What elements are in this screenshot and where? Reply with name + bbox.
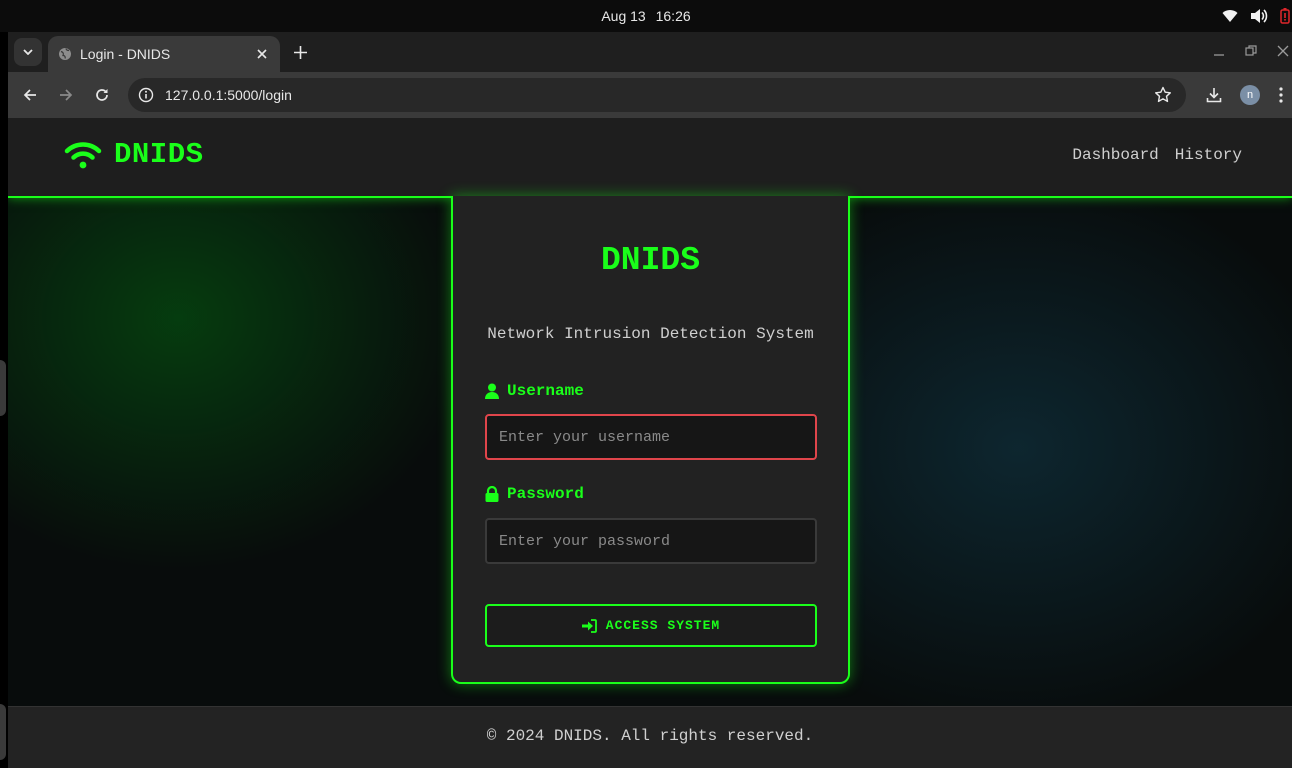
minimize-icon: [1214, 54, 1224, 56]
close-window-button[interactable]: [1274, 42, 1292, 60]
side-panel-handle[interactable]: [0, 360, 6, 416]
brand-name: DNIDS: [114, 138, 204, 171]
download-icon: [1206, 88, 1222, 103]
tab-strip: Login - DNIDS: [8, 32, 1292, 72]
maximize-button[interactable]: [1242, 42, 1260, 60]
wifi-icon[interactable]: [1222, 9, 1238, 23]
access-system-label: ACCESS SYSTEM: [605, 618, 721, 633]
close-icon: [257, 49, 267, 59]
lock-icon: [485, 486, 499, 502]
os-time: 16:26: [655, 8, 691, 24]
battery-icon[interactable]: [1280, 8, 1290, 24]
close-icon: [1277, 45, 1289, 57]
login-title: DNIDS: [600, 242, 701, 279]
volume-icon[interactable]: [1250, 8, 1268, 24]
username-label-text: Username: [507, 382, 584, 400]
new-tab-button[interactable]: [288, 40, 312, 64]
login-subtitle: Network Intrusion Detection System: [487, 325, 814, 343]
site-header: DNIDS Dashboard History: [8, 118, 1292, 198]
address-bar[interactable]: 127.0.0.1:5000/login: [128, 78, 1186, 112]
browser-toolbar: 127.0.0.1:5000/login n: [8, 72, 1292, 118]
forward-button[interactable]: [52, 81, 80, 109]
sign-in-icon: [581, 618, 597, 633]
wifi-icon: [64, 141, 102, 168]
star-icon[interactable]: [1154, 86, 1172, 104]
arrow-right-icon: [60, 89, 73, 101]
site-footer: © 2024 DNIDS. All rights reserved.: [8, 706, 1292, 768]
os-clock[interactable]: Aug 13 16:26: [0, 8, 1292, 24]
os-top-bar: Aug 13 16:26: [0, 0, 1292, 32]
system-tray[interactable]: [1222, 7, 1292, 25]
side-panel-handle[interactable]: [0, 704, 6, 760]
back-button[interactable]: [16, 81, 44, 109]
password-label: Password: [485, 485, 584, 503]
plus-icon: [293, 45, 307, 59]
downloads-button[interactable]: [1200, 81, 1228, 109]
profile-button[interactable]: n: [1236, 81, 1264, 109]
footer-copyright: © 2024 DNIDS. All rights reserved.: [486, 727, 814, 745]
username-label: Username: [485, 382, 584, 400]
globe-icon: [59, 48, 71, 60]
arrow-left-icon: [23, 89, 36, 101]
nav-link-history[interactable]: History: [1175, 146, 1242, 164]
window-controls: [1210, 42, 1292, 60]
nav-link-dashboard[interactable]: Dashboard: [1072, 146, 1158, 164]
tab-login[interactable]: Login - DNIDS: [48, 36, 280, 72]
tab-title: Login - DNIDS: [80, 46, 171, 62]
kebab-menu-icon: [1279, 87, 1283, 103]
reload-button[interactable]: [88, 81, 116, 109]
browser-menu-button[interactable]: [1270, 81, 1292, 109]
password-input[interactable]: [485, 518, 817, 564]
site-nav: Dashboard History: [1072, 146, 1242, 164]
user-icon: [485, 383, 499, 399]
avatar: n: [1240, 85, 1260, 105]
tab-close-button[interactable]: [252, 44, 272, 64]
chevron-down-icon: [23, 49, 33, 55]
page-viewport: DNIDS Dashboard History DNIDS Network In…: [8, 118, 1292, 768]
password-label-text: Password: [507, 485, 584, 503]
access-system-button[interactable]: ACCESS SYSTEM: [485, 604, 817, 647]
minimize-button[interactable]: [1210, 42, 1228, 60]
os-date: Aug 13: [601, 8, 646, 24]
site-info-button[interactable]: [136, 85, 156, 105]
info-icon: [138, 87, 154, 103]
login-card: DNIDS Network Intrusion Detection System…: [451, 196, 850, 684]
browser-window: Login - DNIDS 127.0.0.1:5000/login n DNI…: [8, 32, 1292, 768]
restore-icon: [1245, 45, 1257, 56]
username-input[interactable]: [485, 414, 817, 460]
site-brand[interactable]: DNIDS: [64, 138, 204, 171]
url-text[interactable]: 127.0.0.1:5000/login: [165, 87, 292, 103]
reload-icon: [96, 89, 108, 101]
tab-search-button[interactable]: [14, 38, 42, 66]
